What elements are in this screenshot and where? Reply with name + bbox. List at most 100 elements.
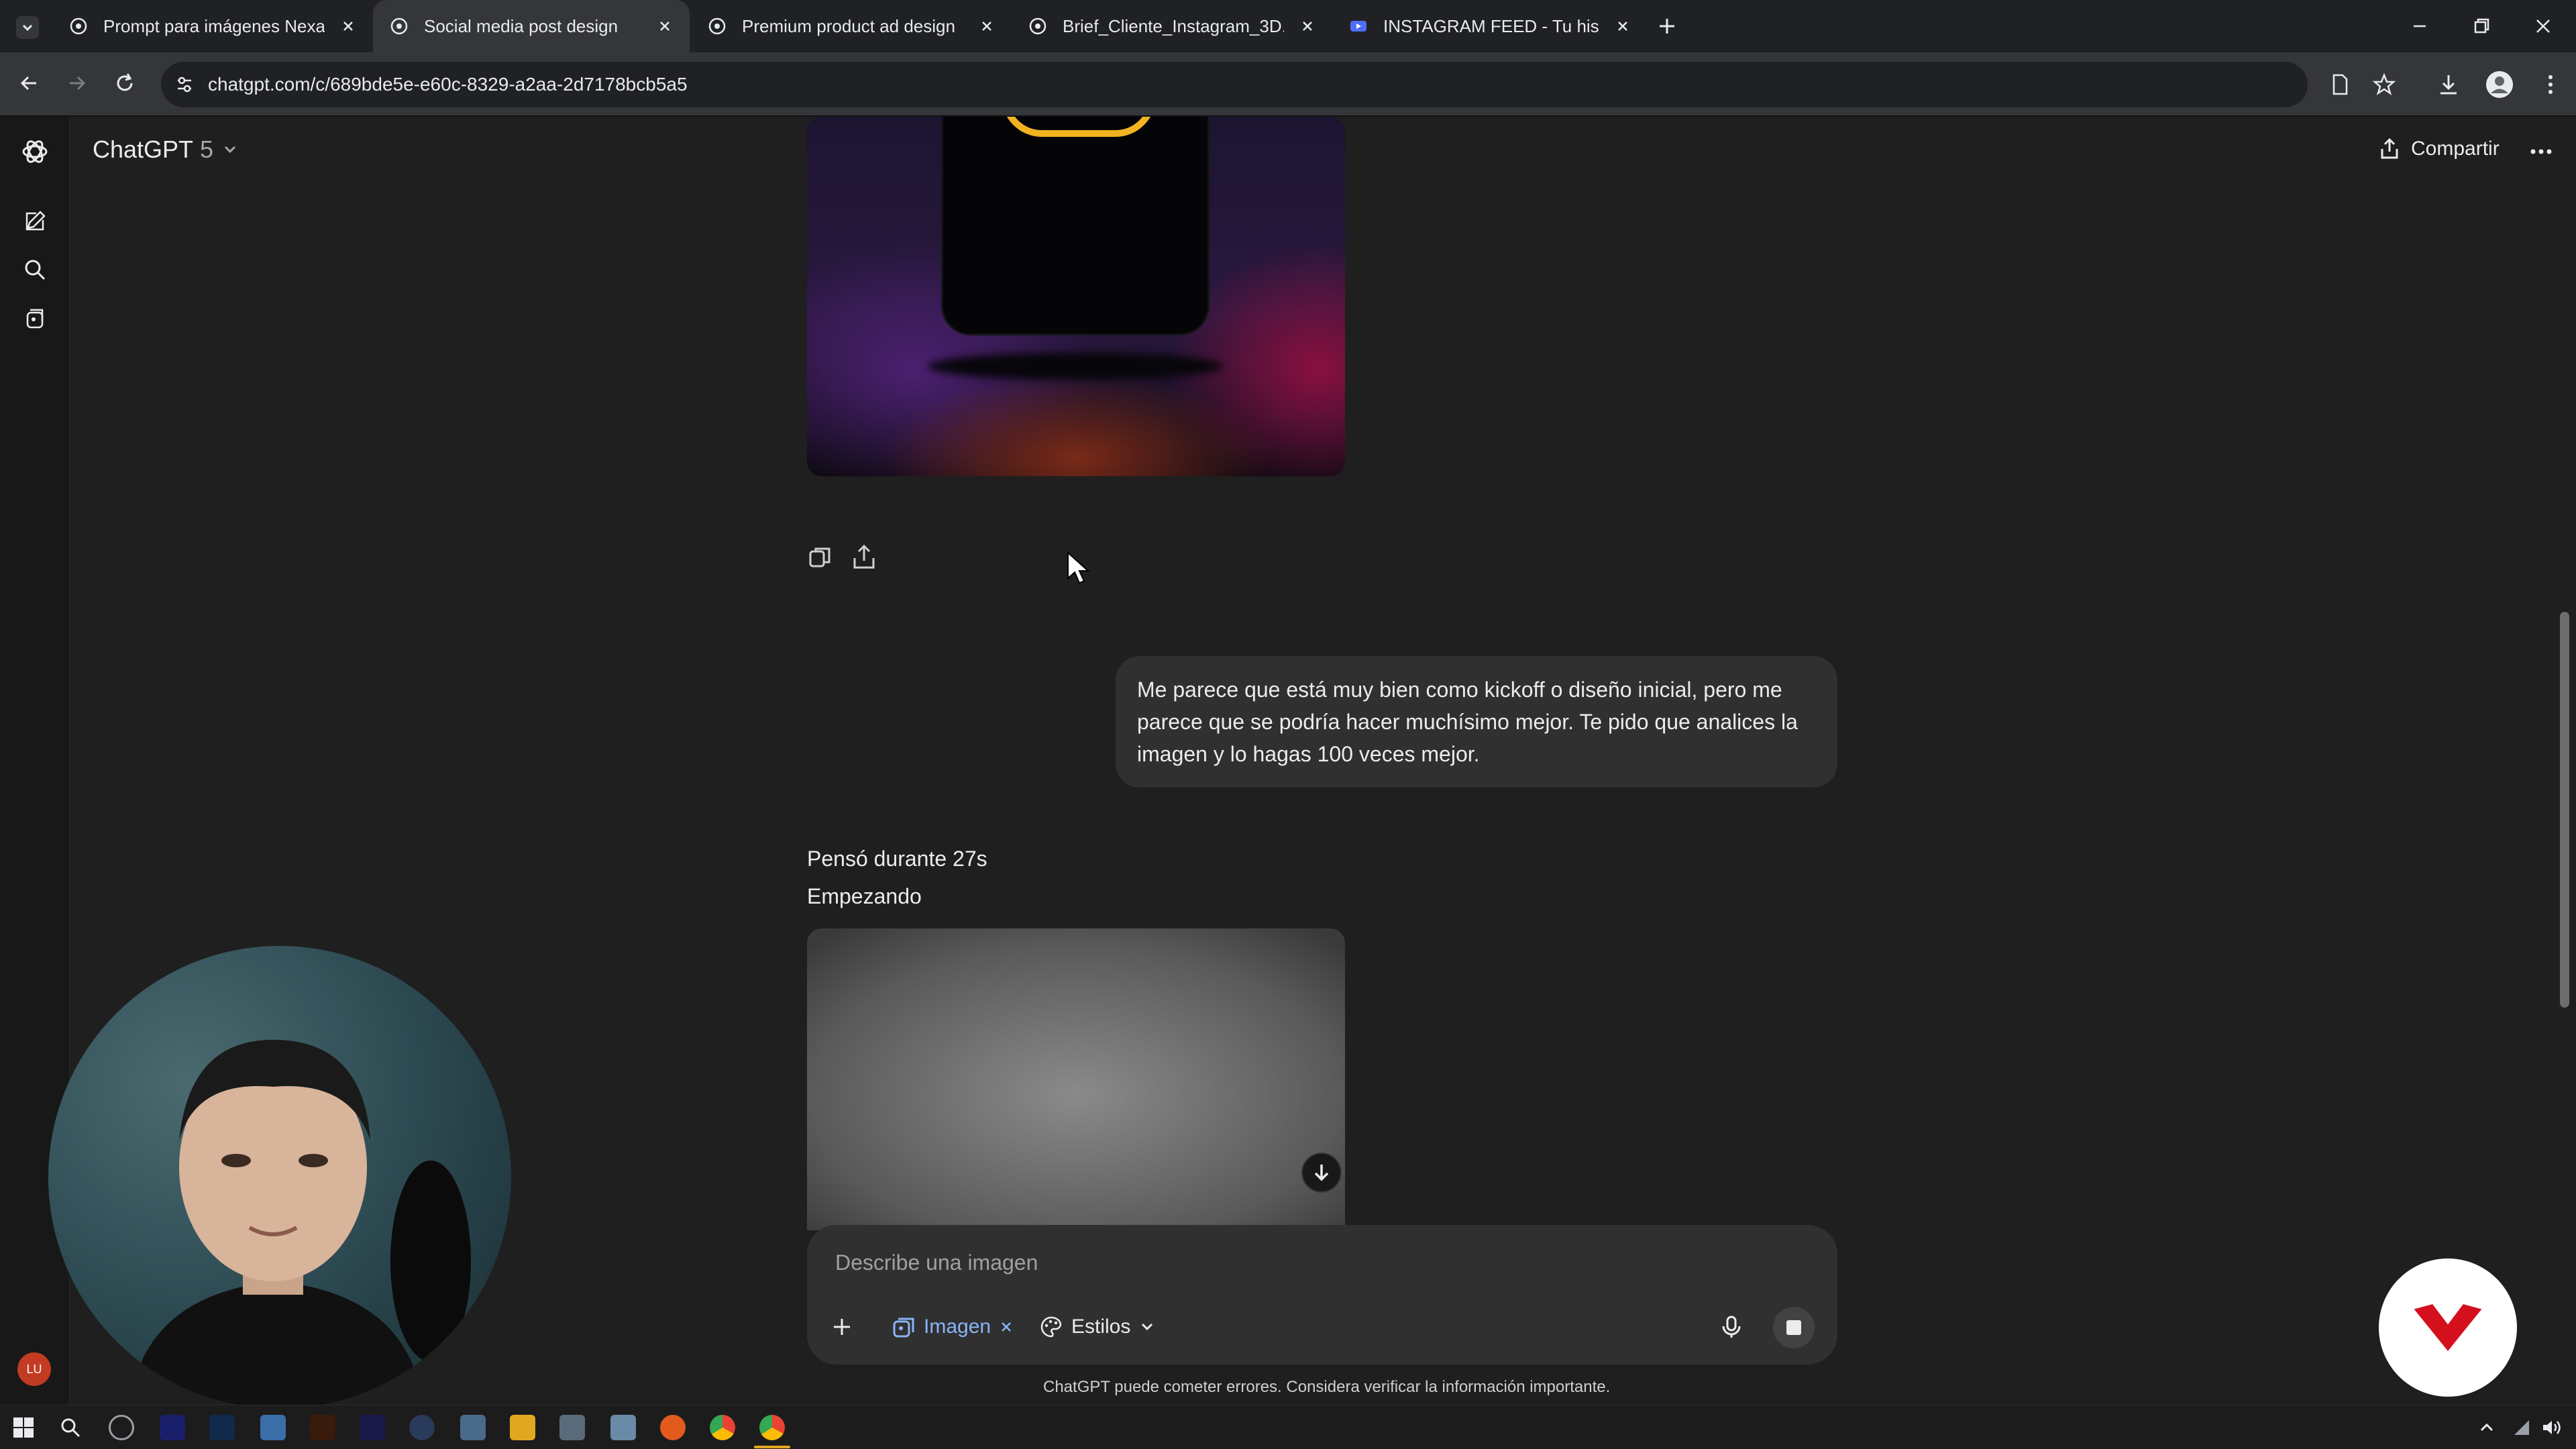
composer-input[interactable]: Describe una imagen — [835, 1250, 1038, 1275]
stop-generation-button[interactable] — [1773, 1307, 1815, 1348]
scroll-to-bottom-button[interactable] — [1301, 1152, 1342, 1193]
page-icon[interactable] — [2326, 71, 2353, 98]
taskbar-document-app-icon[interactable] — [260, 1415, 286, 1440]
plus-icon[interactable] — [828, 1313, 855, 1340]
microphone-icon[interactable] — [1718, 1313, 1745, 1340]
image-mode-chip[interactable]: Imagen — [890, 1313, 1015, 1340]
chevron-down-icon — [225, 146, 236, 154]
chatgpt-favicon-icon — [708, 17, 726, 35]
download-icon[interactable] — [2435, 71, 2462, 98]
forward-arrow-icon[interactable] — [63, 70, 90, 97]
back-arrow-icon[interactable] — [16, 70, 43, 97]
model-version: 5 — [200, 136, 214, 163]
brand-logo-icon — [2414, 1304, 2482, 1351]
tab-title: Premium product ad design — [742, 15, 955, 36]
taskbar-search-icon[interactable] — [59, 1416, 82, 1439]
new-chat-icon[interactable] — [21, 208, 48, 235]
close-tab-icon[interactable] — [1614, 17, 1631, 35]
active-app-indicator — [754, 1446, 790, 1448]
image-generating-placeholder — [807, 928, 1345, 1230]
image-icon — [893, 1318, 914, 1338]
browser-tab[interactable]: Premium product ad design — [691, 0, 1012, 52]
user-message-bubble: Me parece que está muy bien como kickoff… — [1116, 656, 1837, 788]
webcam-overlay — [48, 946, 511, 1409]
chevron-down-icon — [1142, 1323, 1153, 1331]
remove-chip-icon[interactable] — [998, 1318, 1015, 1336]
taskbar-illustrator-icon[interactable] — [310, 1415, 335, 1440]
share-label: Compartir — [2411, 138, 2500, 160]
browser-tab-strip: Prompt para imágenes Nexa Social media p… — [0, 0, 2576, 52]
message-composer[interactable]: Describe una imagen Imagen Estilos — [807, 1225, 1837, 1364]
stop-icon — [1786, 1320, 1801, 1335]
taskbar-app-icon[interactable] — [409, 1415, 435, 1440]
tab-title: INSTAGRAM FEED - Tu historia — [1383, 15, 1599, 36]
tab-title: Social media post design — [424, 15, 619, 36]
site-info-icon[interactable] — [173, 73, 196, 96]
taskbar-file-explorer-icon[interactable] — [510, 1415, 535, 1440]
styles-dropdown[interactable]: Estilos — [1038, 1313, 1157, 1340]
user-avatar[interactable]: LU — [17, 1352, 51, 1386]
new-tab-icon[interactable] — [1656, 15, 1678, 38]
close-tab-icon[interactable] — [1299, 17, 1316, 35]
reload-icon[interactable] — [111, 70, 138, 97]
phone-render — [941, 117, 1210, 335]
close-tab-icon[interactable] — [978, 17, 996, 35]
more-options-icon[interactable] — [2528, 138, 2555, 165]
close-tab-icon[interactable] — [339, 17, 357, 35]
share-button[interactable]: Compartir — [2377, 137, 2500, 161]
palette-icon — [1040, 1316, 1062, 1338]
address-bar[interactable]: chatgpt.com/c/689bde5e-e60c-8329-a2aa-2d… — [161, 62, 2308, 107]
generation-status: Empezando — [807, 884, 922, 908]
copy-icon[interactable] — [805, 542, 836, 573]
model-selector[interactable]: ChatGPT 5 — [93, 136, 240, 164]
thought-duration[interactable]: Pensó durante 27s — [807, 847, 987, 871]
close-window-icon[interactable] — [2532, 15, 2555, 38]
restore-window-icon[interactable] — [2470, 15, 2493, 38]
taskbar-notes-icon[interactable] — [610, 1415, 636, 1440]
profile-avatar-icon[interactable] — [2485, 70, 2514, 99]
search-icon[interactable] — [21, 256, 48, 283]
openai-logo-icon[interactable] — [20, 137, 50, 166]
taskbar-calculator-icon[interactable] — [559, 1415, 585, 1440]
volume-icon[interactable] — [2541, 1417, 2564, 1438]
taskbar-media-encoder-icon[interactable] — [160, 1415, 185, 1440]
presenter-video — [129, 1040, 471, 1409]
taskbar-firefox-icon[interactable] — [660, 1415, 686, 1440]
taskbar-photoshop-icon[interactable] — [209, 1415, 235, 1440]
share-image-icon[interactable] — [849, 542, 879, 573]
bookmark-star-icon[interactable] — [2371, 71, 2398, 98]
browser-menu-icon[interactable] — [2537, 71, 2564, 98]
taskbar-app-icon[interactable] — [460, 1415, 486, 1440]
browser-tab[interactable]: Brief_Cliente_Instagram_3D.pdf — [1012, 0, 1332, 52]
video-favicon-icon — [1350, 21, 1366, 32]
windows-start-icon[interactable] — [12, 1416, 35, 1439]
os-taskbar — [0, 1405, 2576, 1449]
taskbar-chrome-icon[interactable] — [710, 1415, 735, 1440]
brand-logo-badge — [2379, 1258, 2517, 1397]
model-name: ChatGPT — [93, 136, 194, 163]
scrollbar-thumb[interactable] — [2560, 612, 2569, 1008]
chatgpt-favicon-icon — [1029, 17, 1046, 35]
tab-search-button[interactable] — [16, 16, 39, 39]
library-icon[interactable] — [21, 305, 48, 331]
taskbar-chrome-active-icon[interactable] — [759, 1415, 785, 1440]
network-icon[interactable] — [2512, 1417, 2532, 1438]
chatgpt-favicon-icon — [70, 17, 87, 35]
close-tab-icon[interactable] — [656, 17, 674, 35]
minimize-window-icon[interactable] — [2408, 15, 2431, 38]
tab-title: Prompt para imágenes Nexa — [103, 15, 325, 36]
url-text: chatgpt.com/c/689bde5e-e60c-8329-a2aa-2d… — [208, 74, 688, 95]
taskbar-clock-app-icon[interactable] — [109, 1415, 134, 1440]
browser-tab-active[interactable]: Social media post design — [373, 0, 690, 52]
mouse-cursor-icon — [1067, 551, 1090, 584]
taskbar-after-effects-icon[interactable] — [360, 1415, 385, 1440]
disclaimer-text: ChatGPT puede cometer errores. Considera… — [1043, 1378, 1611, 1396]
share-icon — [2381, 138, 2398, 159]
chevron-up-icon[interactable] — [2477, 1417, 2497, 1438]
arrow-down-icon — [1314, 1165, 1329, 1181]
image-chip-label: Imagen — [924, 1316, 991, 1338]
browser-tab[interactable]: Prompt para imágenes Nexa — [52, 0, 373, 52]
tab-title: Brief_Cliente_Instagram_3D.pdf — [1063, 15, 1284, 36]
generated-image-phone[interactable] — [807, 117, 1345, 476]
browser-tab[interactable]: INSTAGRAM FEED - Tu historia — [1332, 0, 1648, 52]
